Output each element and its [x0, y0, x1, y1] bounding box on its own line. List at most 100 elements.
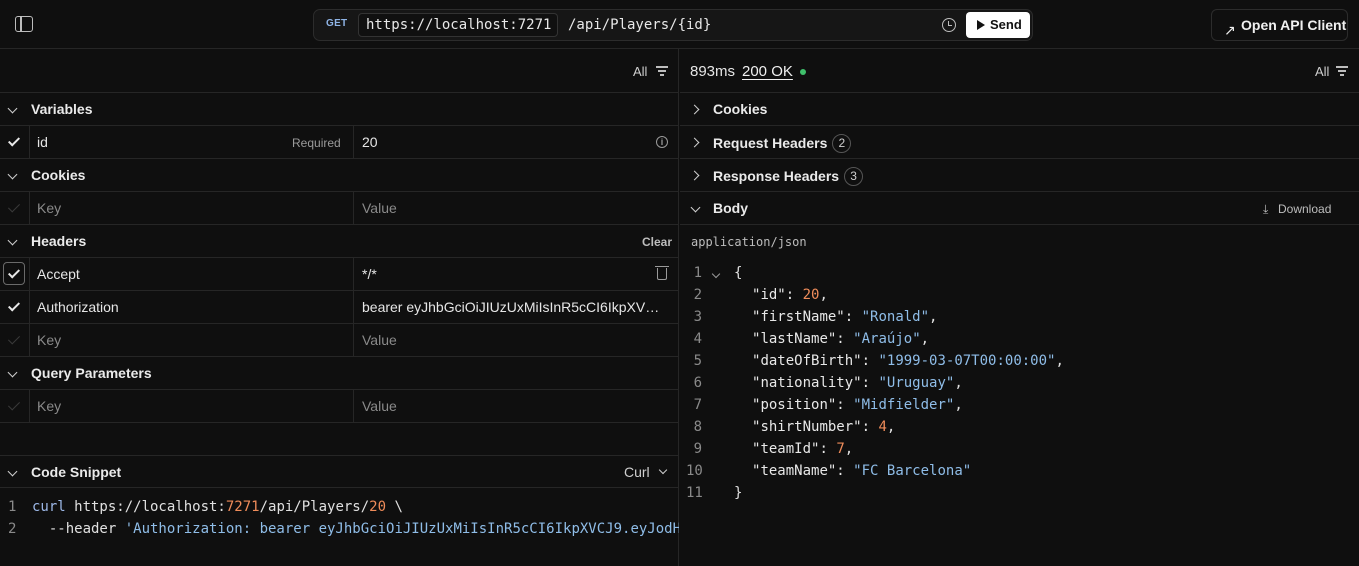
- json-text: "teamId": 7,: [752, 441, 854, 457]
- response-cookies-title: Cookies: [713, 101, 768, 117]
- checkbox-focused: [3, 262, 25, 285]
- json-text: "dateOfBirth": "1999-03-07T00:00:00",: [752, 353, 1064, 369]
- trash-icon[interactable]: [655, 266, 669, 280]
- json-text: "firstName": "Ronald",: [752, 309, 938, 325]
- cookies-section-header[interactable]: Cookies: [0, 159, 678, 192]
- chevron-down-icon: [7, 235, 18, 246]
- json-text: "nationality": "Uruguay",: [752, 375, 963, 391]
- header-enabled-checkbox[interactable]: [0, 258, 30, 290]
- chevron-down-icon: [658, 465, 668, 475]
- response-status-bar: 893ms 200 OK All: [680, 49, 1359, 93]
- line-number: 7: [693, 397, 702, 413]
- query-value-input[interactable]: Value: [362, 398, 672, 414]
- chevron-right-icon: [689, 137, 700, 148]
- chevron-down-icon: [7, 367, 18, 378]
- response-time: 893ms: [690, 63, 736, 80]
- json-string-value: Araújo: [861, 331, 913, 347]
- response-status[interactable]: 200 OK: [742, 63, 793, 80]
- response-cookies-header[interactable]: Cookies: [680, 93, 1359, 126]
- json-string-value: FC Barcelona: [861, 463, 963, 479]
- code-snippet-section-header[interactable]: Code Snippet Curl: [0, 455, 678, 488]
- header-value-input[interactable]: */*: [362, 266, 672, 282]
- clear-headers-button[interactable]: Clear: [642, 235, 672, 249]
- request-filter-bar: All: [0, 49, 678, 93]
- json-key: teamId: [760, 441, 812, 457]
- chevron-right-icon: [689, 104, 700, 115]
- filter-icon[interactable]: [1336, 66, 1348, 76]
- request-headers-header[interactable]: Request Headers 2: [680, 126, 1359, 159]
- code-line: 1 curl https://localhost:7271/api/Player…: [0, 499, 679, 521]
- download-button[interactable]: ⤓ Download: [1263, 202, 1331, 216]
- sidebar-toggle-icon[interactable]: [15, 16, 33, 32]
- snippet-language-select[interactable]: Curl: [624, 464, 668, 480]
- line-number: 1: [8, 499, 17, 515]
- required-label: Required: [292, 136, 341, 150]
- chevron-down-icon: [7, 466, 18, 477]
- send-label: Send: [990, 17, 1022, 32]
- chevron-right-icon: [689, 170, 700, 181]
- send-button[interactable]: Send: [966, 12, 1030, 38]
- header-row-empty: Key Value: [0, 324, 678, 357]
- line-number: 3: [693, 309, 702, 325]
- cookies-title: Cookies: [31, 167, 86, 183]
- json-number-value: 20: [802, 287, 820, 303]
- headers-section-header[interactable]: Headers Clear: [0, 225, 678, 258]
- variable-row: id Required 20 i: [0, 126, 678, 159]
- path-input[interactable]: [568, 13, 928, 37]
- json-key: shirtNumber: [760, 419, 854, 435]
- variable-enabled-checkbox[interactable]: [0, 126, 30, 158]
- variable-value-input[interactable]: 20: [362, 134, 672, 150]
- json-text: "position": "Midfielder",: [752, 397, 963, 413]
- json-string-value: Ronald: [870, 309, 921, 325]
- cookie-enabled-checkbox[interactable]: [0, 192, 30, 224]
- check-icon: [7, 332, 21, 345]
- response-filter-all[interactable]: All: [1315, 64, 1329, 79]
- cookie-value-input[interactable]: Value: [362, 200, 672, 216]
- history-icon[interactable]: [942, 18, 956, 32]
- header-key-input[interactable]: Authorization: [37, 299, 119, 315]
- response-panel: 893ms 200 OK All Cookies Request Headers…: [680, 49, 1359, 566]
- variables-section-header[interactable]: Variables: [0, 93, 678, 126]
- line-number: 1: [693, 265, 702, 281]
- query-key-input[interactable]: Key: [37, 398, 61, 414]
- response-headers-header[interactable]: Response Headers 3: [680, 159, 1359, 192]
- request-headers-count: 2: [832, 134, 852, 153]
- download-icon: ⤓: [1263, 202, 1269, 216]
- json-string-value: Midfielder: [861, 397, 946, 413]
- query-enabled-checkbox[interactable]: [0, 390, 30, 422]
- cookie-key-input[interactable]: Key: [37, 200, 61, 216]
- header-enabled-checkbox[interactable]: [0, 324, 30, 356]
- line-number: 9: [693, 441, 702, 457]
- content-type-label: application/json: [691, 235, 807, 249]
- method-selector[interactable]: GET: [326, 18, 347, 29]
- filter-icon[interactable]: [656, 66, 668, 76]
- json-text: }: [734, 485, 743, 501]
- check-icon: [7, 299, 21, 312]
- info-icon[interactable]: i: [656, 136, 668, 148]
- address-bar: GET https://localhost:7271 Send: [313, 9, 1033, 41]
- code-text: --header 'Authorization: bearer eyJhbGci…: [32, 521, 679, 537]
- json-key: position: [760, 397, 828, 413]
- line-number: 4: [693, 331, 702, 347]
- header-value-input[interactable]: bearer eyJhbGciOiJIUzUxMiIsInR5cCI6IkpXV…: [362, 299, 668, 315]
- line-number: 10: [686, 463, 703, 479]
- server-url-selector[interactable]: https://localhost:7271: [358, 13, 558, 37]
- header-key-input[interactable]: Key: [37, 332, 61, 348]
- chevron-down-icon: [690, 202, 701, 213]
- variables-title: Variables: [31, 101, 93, 117]
- header-value-input[interactable]: Value: [362, 332, 672, 348]
- header-enabled-checkbox[interactable]: [0, 291, 30, 323]
- query-row-empty: Key Value: [0, 390, 678, 423]
- body-section-header[interactable]: Body ⤓ Download: [680, 192, 1359, 225]
- json-string-value: Uruguay: [886, 375, 946, 391]
- request-headers-title: Request Headers: [713, 135, 828, 151]
- request-filter-all[interactable]: All: [633, 64, 647, 79]
- json-string-value: 1999-03-07T00:00:00: [886, 353, 1048, 369]
- line-number: 11: [686, 485, 703, 501]
- code-line: 2 --header 'Authorization: bearer eyJhbG…: [0, 521, 679, 543]
- fold-chevron-icon[interactable]: [711, 269, 721, 279]
- header-key-input[interactable]: Accept: [37, 266, 80, 282]
- open-api-client-button[interactable]: ↗ Open API Client: [1211, 9, 1348, 41]
- code-text: curl https://localhost:7271/api/Players/…: [32, 499, 403, 515]
- query-parameters-section-header[interactable]: Query Parameters: [0, 357, 678, 390]
